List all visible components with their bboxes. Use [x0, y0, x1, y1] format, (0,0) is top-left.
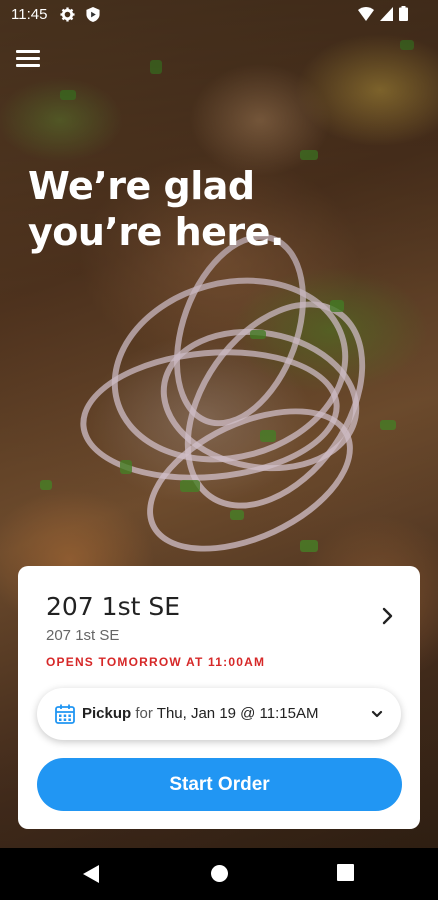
chevron-right-icon	[382, 607, 393, 625]
location-selector[interactable]: 207 1st SE 207 1st SE OPENS TOMORROW AT …	[18, 566, 420, 669]
pickup-connector: for	[135, 705, 153, 722]
calendar-icon	[55, 704, 75, 724]
pickup-datetime: Thu, Jan 19 @ 11:15AM	[156, 705, 319, 722]
recents-icon[interactable]	[337, 864, 354, 881]
chevron-down-icon	[371, 710, 383, 718]
back-icon[interactable]	[82, 864, 100, 884]
location-address: 207 1st SE	[46, 627, 120, 644]
status-time: 11:45	[11, 6, 48, 23]
system-nav-bar	[0, 848, 438, 900]
home-icon[interactable]	[210, 864, 229, 883]
signal-icon	[380, 6, 393, 21]
status-bar: 11:45	[0, 0, 438, 30]
location-name: 207 1st SE	[46, 592, 181, 621]
page-headline: We’re glad you’re here.	[28, 164, 284, 254]
wifi-icon	[358, 6, 374, 21]
pickup-mode-label: Pickup	[82, 705, 132, 722]
start-order-button[interactable]: Start Order	[37, 758, 402, 811]
pickup-time-text: Pickup for Thu, Jan 19 @ 11:15AM	[82, 705, 319, 722]
hamburger-menu-icon[interactable]	[16, 50, 40, 74]
location-card: 207 1st SE 207 1st SE OPENS TOMORROW AT …	[18, 566, 420, 829]
shield-icon	[86, 7, 100, 22]
battery-icon	[399, 6, 408, 21]
pickup-time-selector[interactable]: Pickup for Thu, Jan 19 @ 11:15AM	[37, 688, 401, 740]
gear-icon	[60, 7, 75, 22]
location-hours-status: OPENS TOMORROW AT 11:00AM	[46, 655, 266, 669]
